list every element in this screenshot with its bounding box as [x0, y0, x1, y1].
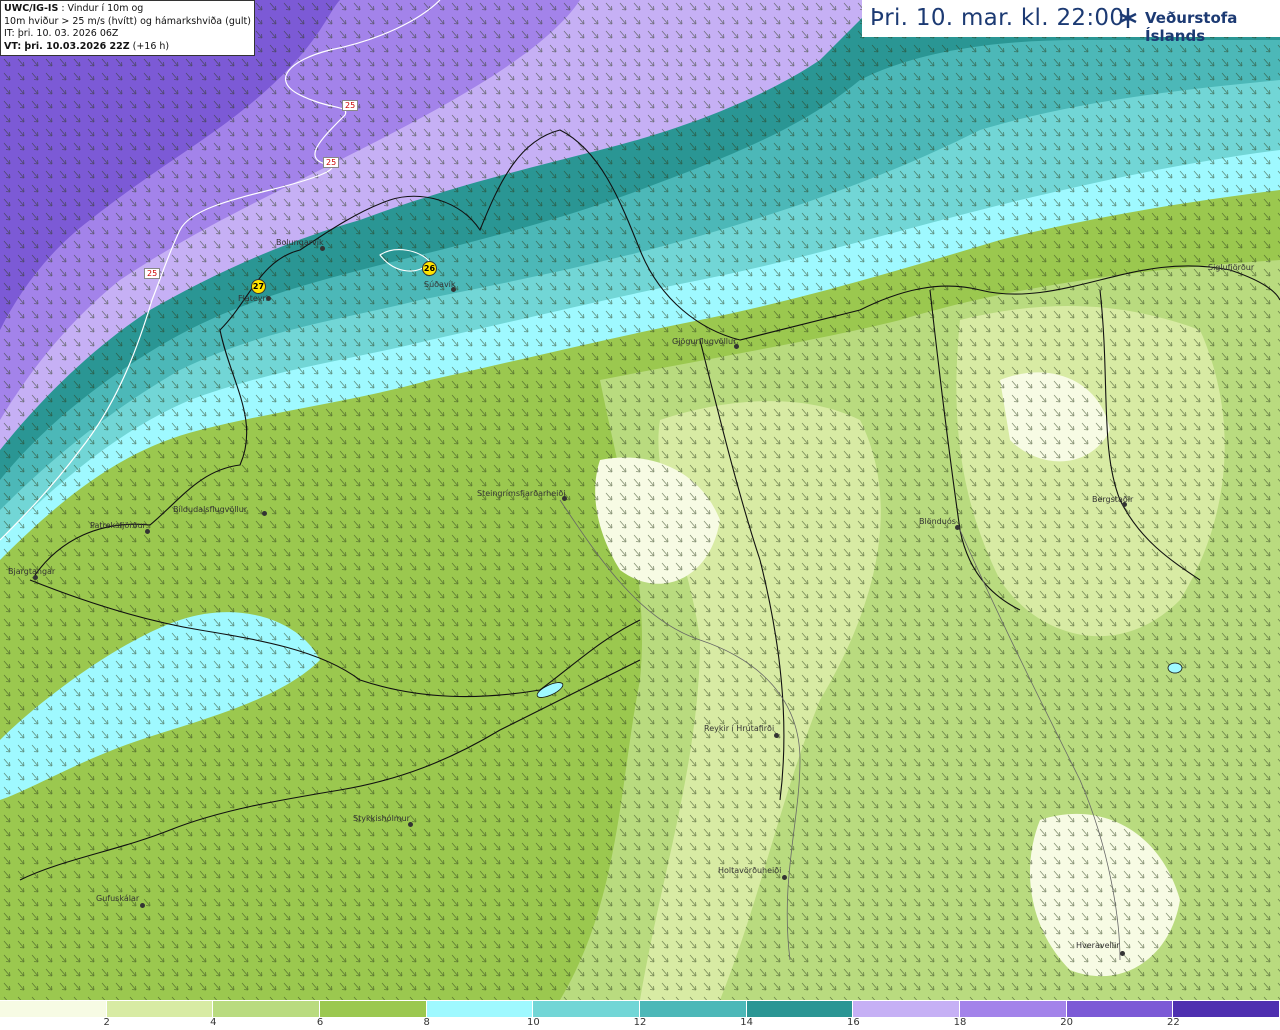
isoline-label: 25: [144, 268, 161, 279]
place-label: Holtavörðuheiði: [718, 866, 782, 875]
forecast-time: Þri. 10. mar. kl. 22:00: [870, 5, 1125, 31]
gust-max-marker: 26: [422, 261, 437, 276]
product-info-box: UWC/IG-IS : Vindur í 10m og 10m hviður >…: [0, 0, 255, 56]
legend-tick: 8: [423, 1017, 430, 1028]
gust-max-marker: 27: [251, 279, 266, 294]
legend-tick: 18: [953, 1017, 967, 1028]
legend-tick: 14: [740, 1017, 754, 1028]
product-title: UWC/IG-IS : Vindur í 10m og: [4, 3, 251, 16]
legend-swatch: [320, 1001, 427, 1017]
lake-1: [1167, 662, 1183, 674]
legend-swatch: [1066, 1001, 1174, 1017]
legend-tick: 4: [210, 1017, 217, 1028]
legend-swatch: [426, 1001, 534, 1017]
station-dot: [140, 903, 145, 908]
valid-time: VT: þri. 10.03.2026 22Z (+16 h): [4, 41, 251, 54]
vedurstofa-logo-icon: [1119, 8, 1137, 28]
place-label: Gufuskálar: [96, 894, 140, 903]
place-label: Flateyri: [238, 294, 269, 303]
place-label: Bjargtangar: [8, 567, 56, 576]
place-label: Siglufjörður: [1208, 263, 1255, 272]
legend-swatch: [213, 1001, 320, 1017]
legend-swatch: [1173, 1001, 1280, 1017]
legend-tick: 2: [103, 1017, 110, 1028]
valid-offset: (+16 h): [129, 40, 170, 52]
place-label: Bergstaðir: [1092, 495, 1134, 504]
station-dot: [774, 733, 779, 738]
legend-swatch: [746, 1001, 854, 1017]
legend-swatch: [640, 1001, 747, 1017]
place-label: Bolungarvík: [276, 238, 324, 247]
place-label: Stykkishólmur: [353, 814, 410, 823]
legend-tick: 22: [1166, 1017, 1180, 1028]
legend-swatch: [853, 1001, 960, 1017]
legend-tick: 6: [316, 1017, 324, 1028]
place-label: Patreksfjörður: [90, 521, 146, 530]
place-label: Hveravellir: [1076, 941, 1120, 950]
place-label: Reykir í Hrútafirði: [704, 724, 775, 733]
place-label: Gjögurflugvöllur: [672, 337, 737, 346]
product-description-2: 10m hviður > 25 m/s (hvítt) og hámarkshv…: [4, 15, 251, 27]
issue-time: IT: þri. 10. 03. 2026 06Z: [4, 28, 119, 39]
place-label: Bíldudalsflugvöllur: [173, 505, 248, 514]
valid-time-label: VT: þri. 10.03.2026 22Z: [4, 40, 130, 52]
product-description: : Vindur í 10m og: [58, 3, 144, 14]
station-dot: [1120, 951, 1125, 956]
station-dot: [782, 875, 787, 880]
isoline-label: 25: [342, 100, 359, 111]
color-scale-legend: 2 4 6 8 10 12 14 16 18 20 22: [0, 1000, 1280, 1030]
place-label: Súðavík: [424, 280, 456, 289]
legend-swatch: [533, 1001, 640, 1017]
legend-swatch: [106, 1001, 214, 1017]
legend-swatch: [0, 1001, 107, 1017]
legend-tick: 16: [846, 1017, 860, 1028]
legend-tick: 12: [633, 1017, 647, 1028]
legend-tick: 20: [1060, 1017, 1074, 1028]
place-label: Blönduós: [919, 517, 956, 526]
product-code: UWC/IG-IS: [4, 3, 59, 14]
wind-map: [0, 0, 1280, 1000]
station-dot: [262, 511, 267, 516]
isoline-label: 25: [323, 157, 340, 168]
wind-arrows: [0, 0, 1280, 1000]
place-label: Steingrímsfjarðarheiði: [477, 489, 566, 498]
legend-swatch: [960, 1001, 1067, 1017]
time-banner: Þri. 10. mar. kl. 22:00 Veðurstofa Íslan…: [862, 0, 1280, 45]
brand-name: Veðurstofa Íslands: [1145, 9, 1238, 45]
legend-tick: 10: [526, 1017, 540, 1028]
